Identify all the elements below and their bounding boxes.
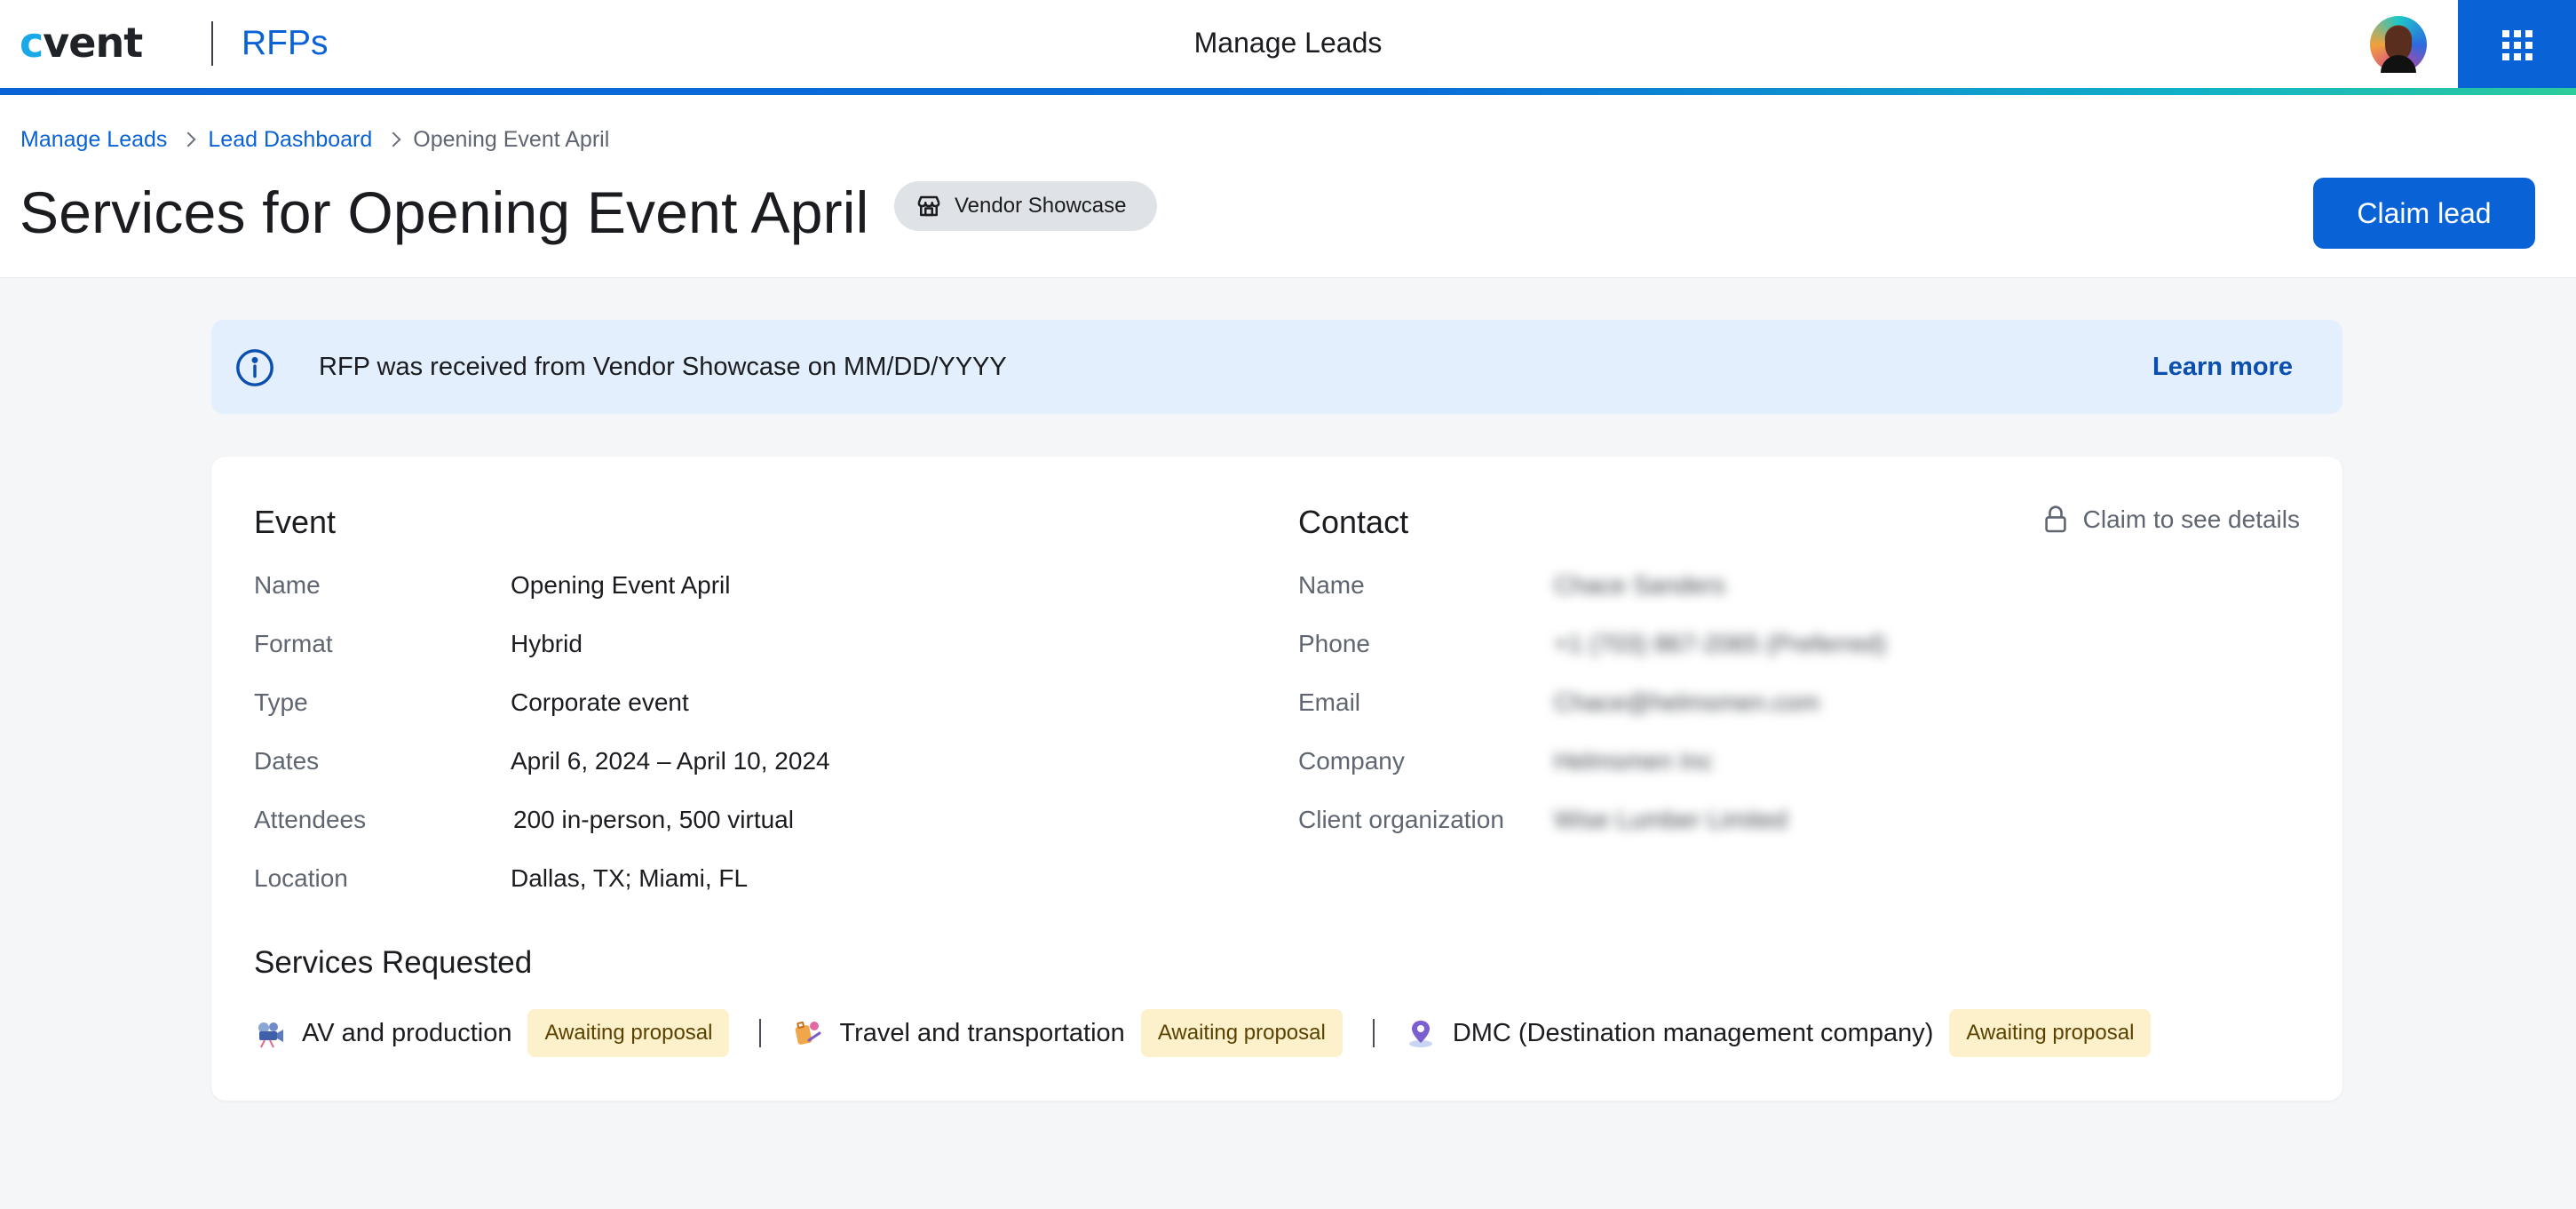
cvent-logo[interactable]: c vent bbox=[20, 18, 143, 68]
contact-client-org-label: Client organization bbox=[1298, 806, 1504, 833]
grid-menu-icon bbox=[2501, 29, 2532, 60]
service-divider bbox=[1372, 1019, 1375, 1047]
top-navigation-bar: c vent RFPs Manage Leads bbox=[0, 0, 2576, 95]
service-divider bbox=[759, 1019, 762, 1047]
lead-details-card: Event Name Opening Event April Format Hy… bbox=[211, 457, 2342, 1101]
contact-company-label: Company bbox=[1298, 747, 1405, 775]
contact-phone-value: +1 (703) 867-2065 (Preferred) bbox=[1554, 630, 1887, 657]
camera-icon bbox=[258, 1022, 283, 1048]
app-switcher-button[interactable] bbox=[2458, 0, 2576, 90]
info-banner: RFP was received from Vendor Showcase on… bbox=[211, 320, 2342, 414]
event-attendees-value: 200 in-person, 500 virtual bbox=[513, 806, 794, 833]
chevron-right-icon bbox=[385, 131, 401, 147]
map-pin-icon bbox=[1408, 1021, 1432, 1047]
service-dmc-label: DMC (Destination management company) bbox=[1452, 1018, 1934, 1047]
top-bar-title: Manage Leads bbox=[1193, 27, 1383, 59]
event-format-label: Format bbox=[254, 630, 333, 657]
services-list: AV and production Awaiting proposal Trav… bbox=[254, 1007, 2152, 1059]
claim-to-see-details: Claim to see details bbox=[2044, 503, 2300, 537]
breadcrumb-manage-leads[interactable]: Manage Leads bbox=[20, 125, 167, 154]
contact-email-value: Chace@helmsmen.com bbox=[1554, 688, 1820, 716]
app-name[interactable]: RFPs bbox=[242, 21, 329, 66]
service-travel-status: Awaiting proposal bbox=[1140, 1009, 1343, 1057]
event-section-title: Event bbox=[254, 504, 337, 540]
logo-wordmark: c vent bbox=[20, 19, 143, 67]
breadcrumb-current: Opening Event April bbox=[413, 127, 610, 152]
page-header: Manage Leads Lead Dashboard Opening Even… bbox=[0, 95, 2576, 278]
learn-more-link[interactable]: Learn more bbox=[2152, 349, 2293, 385]
page-title: Services for Opening Event April bbox=[20, 179, 869, 245]
contact-email-label: Email bbox=[1298, 688, 1361, 716]
contact-section-title: Contact bbox=[1298, 504, 1409, 540]
contact-phone-label: Phone bbox=[1298, 630, 1370, 657]
source-chip-label: Vendor Showcase bbox=[955, 194, 1127, 218]
service-av-label: AV and production bbox=[302, 1018, 512, 1047]
event-name-label: Name bbox=[254, 571, 321, 599]
contact-client-org-value: Wise Lumber Limited bbox=[1554, 806, 1787, 833]
contact-name-label: Name bbox=[1298, 571, 1365, 599]
brand-accent-bar bbox=[0, 88, 2576, 95]
event-type-label: Type bbox=[254, 688, 308, 716]
event-location-label: Location bbox=[254, 864, 348, 892]
lock-icon bbox=[2044, 505, 2066, 533]
banner-message: RFP was received from Vendor Showcase on… bbox=[319, 353, 1007, 381]
breadcrumb: Manage Leads Lead Dashboard Opening Even… bbox=[20, 125, 609, 154]
travel-icon bbox=[796, 1022, 821, 1045]
storefront-icon bbox=[917, 195, 940, 217]
contact-name-value: Chace Sanders bbox=[1554, 571, 1726, 599]
event-type-value: Corporate event bbox=[511, 688, 689, 716]
claim-lead-button[interactable]: Claim lead bbox=[2313, 178, 2535, 249]
event-dates-label: Dates bbox=[254, 747, 320, 775]
event-name-value: Opening Event April bbox=[511, 571, 731, 599]
event-location-value: Dallas, TX; Miami, FL bbox=[511, 864, 749, 892]
event-format-value: Hybrid bbox=[511, 630, 583, 657]
contact-company-value: Helmsmen Inc bbox=[1554, 747, 1713, 775]
service-dmc-status: Awaiting proposal bbox=[1949, 1009, 2152, 1057]
service-av-status: Awaiting proposal bbox=[527, 1009, 730, 1057]
breadcrumb-lead-dashboard[interactable]: Lead Dashboard bbox=[208, 125, 372, 154]
info-icon bbox=[236, 349, 273, 386]
logo-divider bbox=[211, 21, 213, 66]
event-attendees-label: Attendees bbox=[254, 806, 367, 833]
user-avatar[interactable] bbox=[2370, 16, 2427, 73]
chevron-right-icon bbox=[180, 131, 196, 147]
source-chip: Vendor Showcase bbox=[894, 181, 1157, 231]
services-section-title: Services Requested bbox=[254, 945, 533, 980]
service-travel-label: Travel and transportation bbox=[839, 1018, 1125, 1047]
event-dates-value: April 6, 2024 – April 10, 2024 bbox=[511, 747, 830, 775]
claim-hint-label: Claim to see details bbox=[2082, 505, 2300, 533]
avatar-shirt bbox=[2381, 55, 2416, 73]
